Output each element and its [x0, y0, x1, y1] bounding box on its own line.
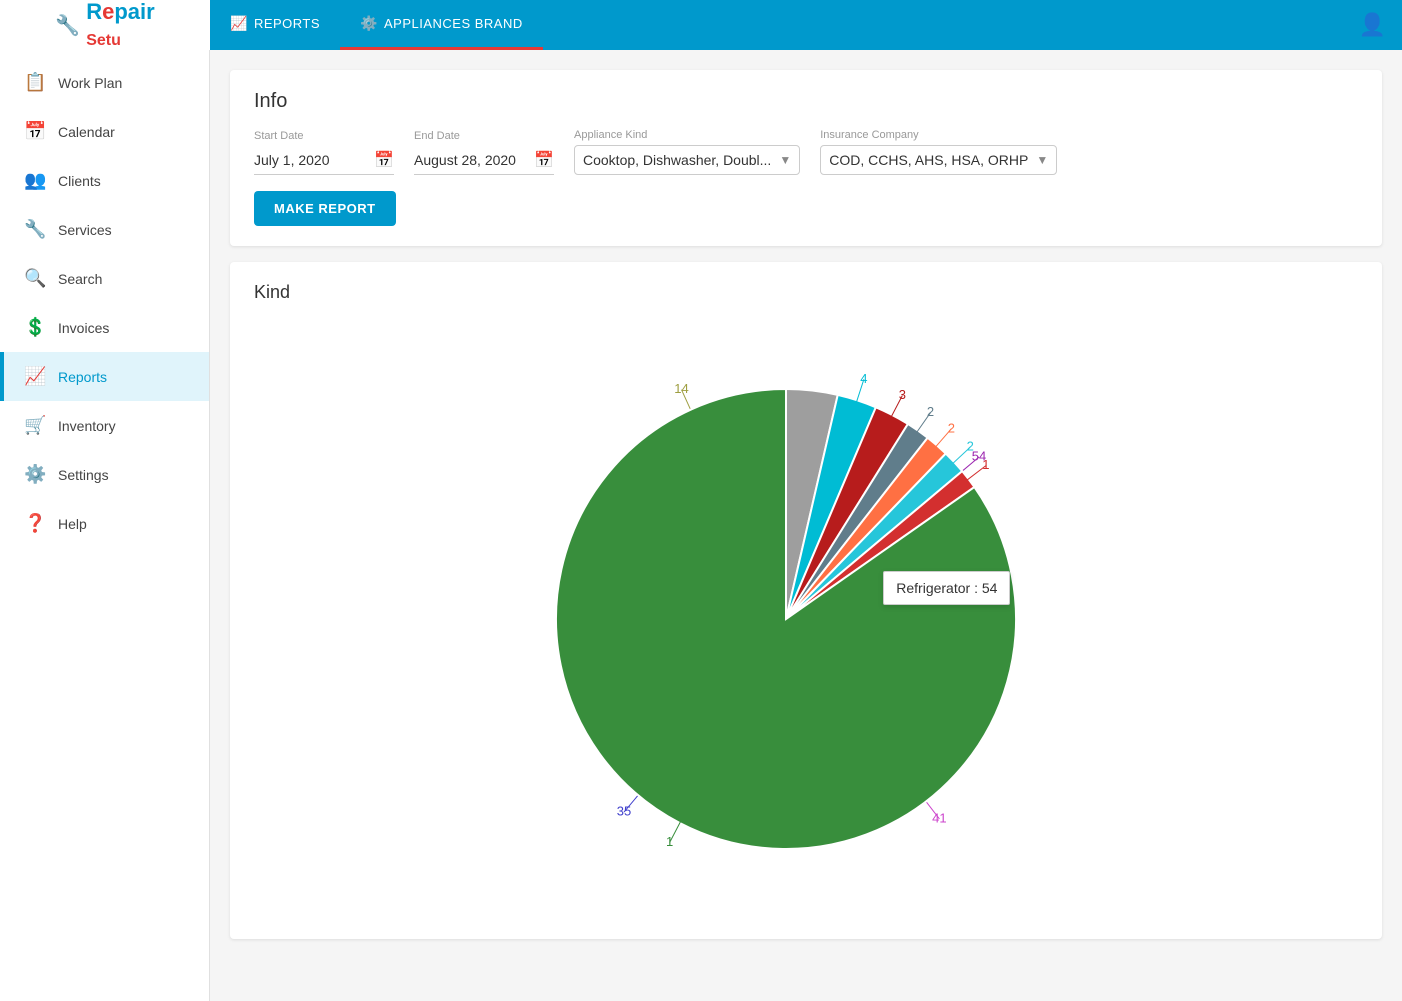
reports-tab-icon: 📈 [230, 15, 248, 32]
clients-icon: 👥 [24, 170, 46, 191]
insurance-company-arrow-icon: ▼ [1036, 153, 1048, 167]
info-panel: Info Start Date July 1, 2020 📅 End Date … [230, 70, 1382, 246]
reports-icon: 📈 [24, 366, 46, 387]
insurance-company-field: Insurance Company COD, CCHS, AHS, HSA, O… [820, 129, 1057, 175]
sidebar-item-help[interactable]: ❓ Help [0, 499, 209, 548]
chart-title: Kind [254, 282, 1358, 303]
start-date-calendar-icon[interactable]: 📅 [374, 150, 394, 170]
tab-appliances-brand[interactable]: ⚙️ APPLIANCES BRAND [340, 0, 543, 50]
sidebar-item-workplan[interactable]: 📋 Work Plan [0, 58, 209, 107]
insurance-company-label: Insurance Company [820, 129, 1057, 141]
svg-text:2: 2 [967, 439, 974, 454]
logo-icon: 🔧 [55, 13, 80, 38]
user-icon[interactable]: 👤 [1359, 12, 1386, 38]
services-icon: 🔧 [24, 219, 46, 240]
calendar-icon: 📅 [24, 121, 46, 142]
pie-chart-svg: 544135144322211 [496, 339, 1116, 899]
end-date-calendar-icon[interactable]: 📅 [534, 150, 554, 170]
sidebar-item-settings[interactable]: ⚙️ Settings [0, 450, 209, 499]
end-date-value: August 28, 2020 📅 [414, 146, 554, 175]
appliance-kind-arrow-icon: ▼ [779, 153, 791, 167]
start-date-label: Start Date [254, 130, 394, 142]
info-fields: Start Date July 1, 2020 📅 End Date Augus… [254, 129, 1358, 175]
insurance-company-dropdown[interactable]: COD, CCHS, AHS, HSA, ORHP ▼ [820, 145, 1057, 175]
chart-panel: Kind 544135144322211 Refrigerator : 54 [230, 262, 1382, 939]
appliance-kind-dropdown[interactable]: Cooktop, Dishwasher, Doubl... ▼ [574, 145, 800, 175]
sidebar-item-calendar[interactable]: 📅 Calendar [0, 107, 209, 156]
invoices-icon: 💲 [24, 317, 46, 338]
nav-tabs: 📈 REPORTS ⚙️ APPLIANCES BRAND [210, 0, 1359, 50]
sidebar-item-inventory[interactable]: 🛒 Inventory [0, 401, 209, 450]
start-date-value: July 1, 2020 📅 [254, 146, 394, 175]
search-icon: 🔍 [24, 268, 46, 289]
chart-container: 544135144322211 Refrigerator : 54 [254, 319, 1358, 919]
tab-reports[interactable]: 📈 REPORTS [210, 0, 340, 50]
logo-text: Repair Setu [86, 0, 155, 51]
end-date-field: End Date August 28, 2020 📅 [414, 130, 554, 175]
sidebar-item-invoices[interactable]: 💲 Invoices [0, 303, 209, 352]
inventory-icon: 🛒 [24, 415, 46, 436]
sidebar: 📋 Work Plan 📅 Calendar 👥 Clients 🔧 Servi… [0, 50, 210, 1001]
info-title: Info [254, 90, 1358, 113]
sidebar-item-reports[interactable]: 📈 Reports [0, 352, 209, 401]
workplan-icon: 📋 [24, 72, 46, 93]
appliance-kind-label: Appliance Kind [574, 129, 800, 141]
make-report-button[interactable]: MAKE REPORT [254, 191, 396, 226]
sidebar-item-services[interactable]: 🔧 Services [0, 205, 209, 254]
svg-text:4: 4 [860, 371, 867, 386]
end-date-label: End Date [414, 130, 554, 142]
appliance-kind-field: Appliance Kind Cooktop, Dishwasher, Doub… [574, 129, 800, 175]
top-nav: 🔧 Repair Setu 📈 REPORTS ⚙️ APPLIANCES BR… [0, 0, 1402, 50]
help-icon: ❓ [24, 513, 46, 534]
body-layout: 📋 Work Plan 📅 Calendar 👥 Clients 🔧 Servi… [0, 50, 1402, 1001]
settings-icon: ⚙️ [24, 464, 46, 485]
svg-text:14: 14 [674, 381, 688, 396]
sidebar-item-clients[interactable]: 👥 Clients [0, 156, 209, 205]
svg-text:2: 2 [948, 420, 955, 435]
appliances-tab-icon: ⚙️ [360, 15, 378, 32]
main-content: Info Start Date July 1, 2020 📅 End Date … [210, 50, 1402, 1001]
sidebar-item-search[interactable]: 🔍 Search [0, 254, 209, 303]
logo-area: 🔧 Repair Setu [0, 0, 210, 50]
start-date-field: Start Date July 1, 2020 📅 [254, 130, 394, 175]
svg-text:1: 1 [982, 457, 989, 472]
